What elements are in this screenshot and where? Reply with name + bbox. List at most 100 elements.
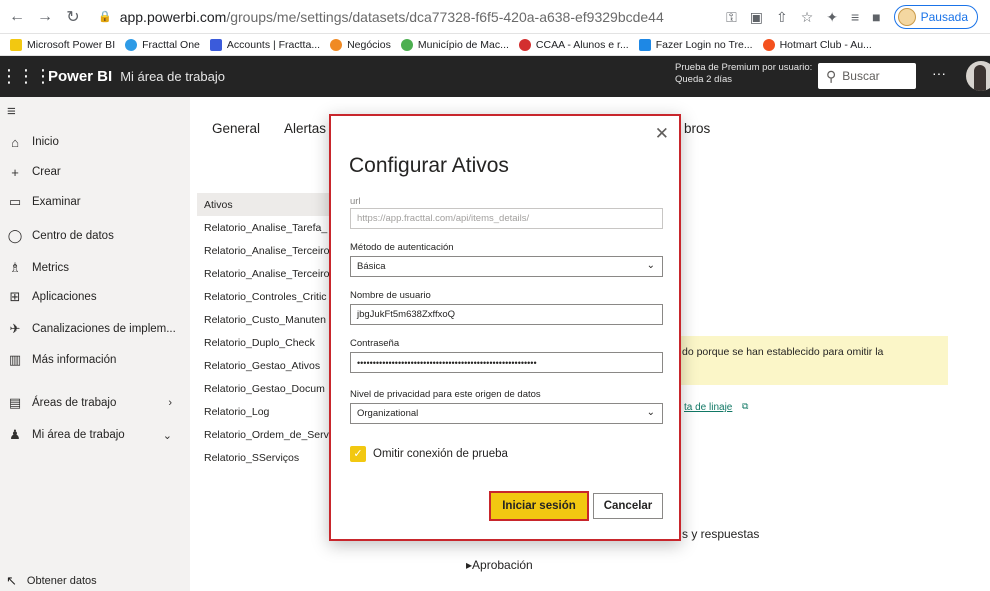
nav-item-centro-de-datos[interactable]: ◯ Centro de datos xyxy=(0,224,190,248)
skip-test-checkbox[interactable]: ✓ xyxy=(350,446,366,462)
sign-in-button[interactable]: Iniciar sesión xyxy=(489,491,589,521)
queue-icon[interactable]: ≡ xyxy=(851,9,859,25)
lock-icon: 🔒 xyxy=(98,11,112,23)
extensions-icon[interactable]: ✦ xyxy=(826,9,838,26)
chevron-right-icon: › xyxy=(168,397,172,409)
browser-toolbar: ← → ↻ 🔒 app.powerbi.com/groups/me/settin… xyxy=(0,0,990,34)
workspaces-icon: ▤ xyxy=(8,395,22,410)
app-launcher-icon[interactable]: ⋮⋮⋮ xyxy=(0,66,52,87)
bookmark-favicon xyxy=(209,38,222,51)
nav-item-aplicaciones[interactable]: ⊞ Aplicaciones xyxy=(0,285,190,309)
nav-item-label: Canalizaciones de implem... xyxy=(32,323,176,335)
account-avatar[interactable] xyxy=(966,61,990,91)
bookmark-favicon xyxy=(10,38,22,51)
dataset-item[interactable]: Relatorio_Ordem_de_Serv xyxy=(197,423,332,446)
folder-icon: ▭ xyxy=(8,194,22,209)
nav-item-label: Áreas de trabajo xyxy=(32,397,117,409)
key-icon[interactable]: ⚿ xyxy=(726,9,737,26)
bookmark-favicon xyxy=(125,38,138,51)
tab-alertas[interactable]: Alertas xyxy=(284,121,326,136)
dataset-item[interactable]: Relatorio_Gestao_Ativos xyxy=(197,354,332,377)
search-input[interactable]: ⚲ Buscar xyxy=(818,63,916,89)
bookmark-favicon xyxy=(638,38,651,51)
qa-section-header[interactable]: s y respuestas xyxy=(682,527,759,541)
bookmark-item[interactable]: Município de Mac... xyxy=(400,38,509,51)
book-icon: ▥ xyxy=(8,352,22,367)
nav-item-inicio[interactable]: ⌂ Inicio xyxy=(0,130,190,154)
bookmark-item[interactable]: Fazer Login no Tre... xyxy=(638,38,753,51)
dataset-item[interactable]: Relatorio_SServiços xyxy=(197,446,332,469)
window-icon[interactable]: ■ xyxy=(872,9,880,25)
bookmark-favicon xyxy=(330,38,343,51)
url-path: /groups/me/settings/datasets/dca77328-f6… xyxy=(226,8,664,25)
tab-general[interactable]: General xyxy=(212,121,260,136)
profile-avatar xyxy=(897,8,916,26)
search-icon: ⚲ xyxy=(826,67,837,84)
external-link-icon: ⧉ xyxy=(742,401,749,411)
dataset-item[interactable]: Relatorio_Controles_Critic xyxy=(197,285,332,308)
bookmark-favicon xyxy=(762,38,775,51)
nav-item-mi-area-de-trabajo[interactable]: ♟ Mi área de trabajo ⌄ xyxy=(0,423,190,447)
dataset-item[interactable]: Ativos xyxy=(197,193,332,216)
username-field[interactable]: jbgJukFt5m638ZxffxoQ xyxy=(350,304,663,325)
star-icon[interactable]: ☆ xyxy=(801,9,814,26)
nav-item-areas-de-trabajo[interactable]: ▤ Áreas de trabajo › xyxy=(0,391,190,415)
dialog-title: Configurar Ativos xyxy=(349,154,509,177)
dataset-item[interactable]: Relatorio_Duplo_Check xyxy=(197,331,332,354)
get-data-button[interactable]: ↖ Obtener datos xyxy=(6,573,97,589)
dataset-list: Ativos Relatorio_Analise_Tarefa_ Relator… xyxy=(197,193,332,469)
lineage-link[interactable]: ta de linaje xyxy=(684,402,732,413)
reload-icon[interactable]: ↻ xyxy=(62,7,84,27)
password-label: Contraseña xyxy=(350,338,400,349)
url-label: url xyxy=(350,196,361,207)
workspace-breadcrumb[interactable]: Mi área de trabajo xyxy=(120,69,225,84)
approval-section-header[interactable]: ▸Aprobación xyxy=(466,558,533,572)
bookmark-item[interactable]: Negócios xyxy=(330,38,391,51)
address-bar[interactable]: 🔒 app.powerbi.com/groups/me/settings/dat… xyxy=(98,9,664,25)
dataset-item[interactable]: Relatorio_Log xyxy=(197,400,332,423)
get-data-label: Obtener datos xyxy=(26,575,97,587)
dataset-item[interactable]: Relatorio_Gestao_Docum xyxy=(197,377,332,400)
hamburger-icon[interactable]: ≡ xyxy=(7,103,16,120)
dataset-item[interactable]: Relatorio_Analise_Terceiro xyxy=(197,262,332,285)
nav-item-label: Aplicaciones xyxy=(32,291,97,303)
dataset-item[interactable]: Relatorio_Analise_Terceiro xyxy=(197,239,332,262)
nav-item-label: Mi área de trabajo xyxy=(32,429,125,441)
bookmark-item[interactable]: Hotmart Club - Au... xyxy=(762,38,872,51)
nav-item-metrics[interactable]: ♗ Metrics xyxy=(0,256,190,280)
back-icon[interactable]: ← xyxy=(6,8,28,26)
share-icon[interactable]: ⇧ xyxy=(776,9,788,26)
bookmark-item[interactable]: Accounts | Fractta... xyxy=(209,38,320,51)
bookmarks-bar: Microsoft Power BI Fracttal One Accounts… xyxy=(0,34,990,56)
nav-item-canalizaciones[interactable]: ✈ Canalizaciones de implem... xyxy=(0,317,190,341)
translate-icon[interactable]: ▣ xyxy=(750,9,763,26)
password-field[interactable]: ••••••••••••••••••••••••••••••••••••••••… xyxy=(350,352,663,373)
url-host: app.powerbi.com xyxy=(119,8,227,25)
app-name[interactable]: Power BI xyxy=(48,68,112,85)
close-icon[interactable]: ✕ xyxy=(655,124,669,144)
configure-dataset-dialog: ✕ Configurar Ativos url https://app.frac… xyxy=(329,114,681,541)
profile-button[interactable]: Pausada xyxy=(893,5,978,29)
cancel-button[interactable]: Cancelar xyxy=(593,493,663,519)
bookmark-item[interactable]: CCAA - Alunos e r... xyxy=(518,38,629,51)
bookmark-item[interactable]: Microsoft Power BI xyxy=(10,38,115,51)
auth-method-select[interactable]: Básica ⌄ xyxy=(350,256,663,277)
arrow-up-left-icon: ↖ xyxy=(6,573,17,588)
bookmark-item[interactable]: Fracttal One xyxy=(125,38,200,51)
home-icon: ⌂ xyxy=(11,134,19,150)
trial-notice[interactable]: Prueba de Premium por usuario: Queda 2 d… xyxy=(675,62,812,86)
nav-item-crear[interactable]: + Crear xyxy=(0,160,190,184)
nav-item-label: Metrics xyxy=(32,262,70,274)
url-field: https://app.fracttal.com/api/items_detai… xyxy=(350,208,663,229)
tab-partial[interactable]: bros xyxy=(684,121,710,136)
user-icon: ♟ xyxy=(9,427,21,442)
auth-method-label: Método de autenticación xyxy=(350,242,454,253)
privacy-level-select[interactable]: Organizational ⌄ xyxy=(350,403,663,424)
dataset-item[interactable]: Relatorio_Custo_Manuten xyxy=(197,308,332,331)
more-options-icon[interactable]: ··· xyxy=(932,65,946,81)
nav-item-examinar[interactable]: ▭ Examinar xyxy=(0,190,190,214)
nav-item-mas-informacion[interactable]: ▥ Más información xyxy=(0,348,190,372)
warning-banner: do porque se han establecido para omitir… xyxy=(678,336,948,385)
forward-icon[interactable]: → xyxy=(34,8,56,26)
dataset-item[interactable]: Relatorio_Analise_Tarefa_ xyxy=(197,216,332,239)
